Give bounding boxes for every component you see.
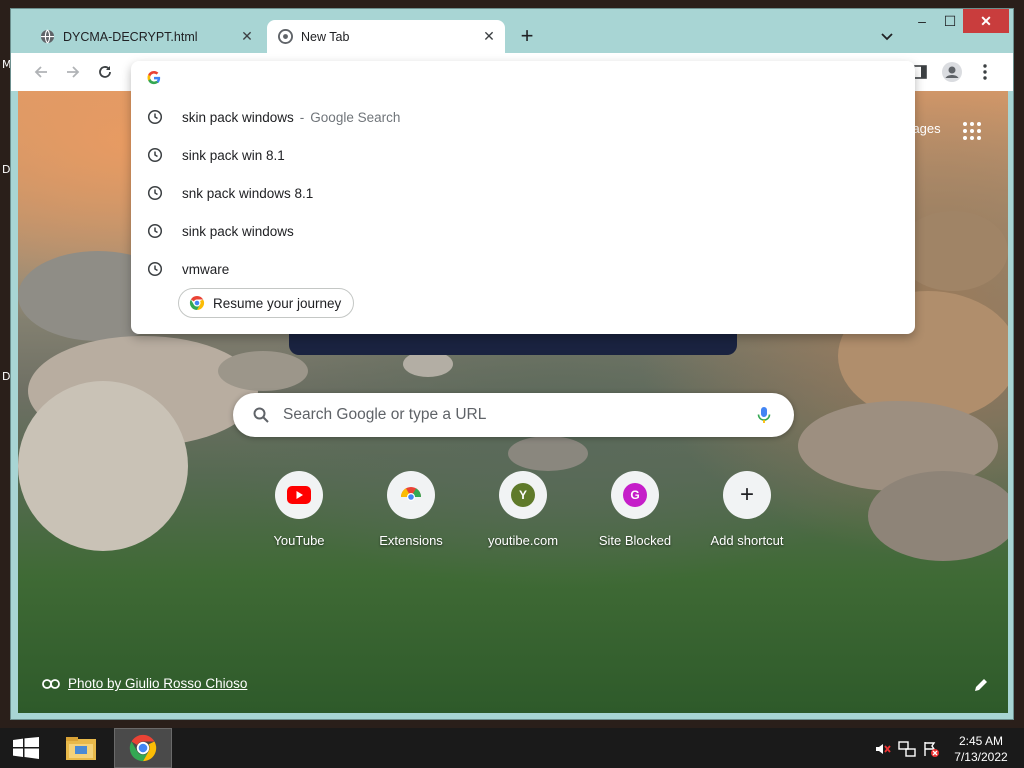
- history-clock-icon: [147, 185, 163, 201]
- ntp-search-box[interactable]: [233, 393, 794, 437]
- browser-window: DYCMA-DECRYPT.html ✕ New Tab ✕ + – ☐ ✕ I…: [10, 8, 1014, 720]
- search-icon: [251, 405, 271, 425]
- new-tab-button[interactable]: +: [515, 25, 539, 49]
- background-rock: [868, 471, 1008, 561]
- shortcut-extensions[interactable]: Extensions: [355, 471, 467, 548]
- background-rock: [508, 436, 588, 471]
- tab-close-icon[interactable]: ✕: [479, 27, 499, 47]
- tab-title: DYCMA-DECRYPT.html: [63, 29, 198, 44]
- shortcut-label: Site Blocked: [598, 533, 672, 548]
- chrome-taskbar-icon[interactable]: [114, 728, 172, 768]
- suggestion-text: skin pack windows: [182, 109, 294, 125]
- globe-icon: [39, 29, 55, 45]
- omnibox-input[interactable]: [175, 67, 875, 91]
- minimize-button[interactable]: –: [909, 9, 935, 33]
- photo-credit-link[interactable]: Photo by Giulio Rosso Chioso: [42, 676, 247, 691]
- suggestion-text: sink pack windows: [182, 223, 294, 239]
- volume-muted-icon[interactable]: [874, 740, 892, 758]
- ntp-search-input[interactable]: [283, 406, 754, 424]
- omnibox-suggestion[interactable]: skin pack windows - Google Search: [131, 98, 915, 136]
- photo-credit-text: Photo by Giulio Rosso Chioso: [68, 676, 248, 691]
- tab-new-tab[interactable]: New Tab ✕: [267, 20, 505, 53]
- menu-kebab-icon[interactable]: [973, 60, 997, 84]
- profile-avatar-icon[interactable]: [940, 60, 964, 84]
- shortcut-add[interactable]: + Add shortcut: [691, 471, 803, 548]
- google-g-icon: [147, 71, 163, 87]
- link-icon: [42, 678, 60, 689]
- omnibox-suggestion[interactable]: snk pack windows 8.1: [131, 174, 915, 212]
- history-clock-icon: [147, 109, 163, 125]
- shortcut-label: YouTube: [273, 533, 325, 548]
- letter-badge-icon: G: [611, 471, 659, 519]
- suggestion-text: snk pack windows 8.1: [182, 185, 314, 201]
- chrome-web-store-icon: [387, 471, 435, 519]
- taskbar: 2:45 AM 7/13/2022: [0, 728, 1024, 768]
- omnibox-suggestion[interactable]: sink pack win 8.1: [131, 136, 915, 174]
- shortcut-youtibe[interactable]: Y youtibe.com: [467, 471, 579, 548]
- plus-icon: +: [723, 471, 771, 519]
- letter-badge-icon: Y: [499, 471, 547, 519]
- suggestion-text: sink pack win 8.1: [182, 147, 285, 163]
- close-window-button[interactable]: ✕: [963, 9, 1009, 33]
- forward-arrow-icon[interactable]: [61, 60, 85, 84]
- taskbar-time[interactable]: 2:45 AM: [950, 734, 1012, 748]
- pencil-icon[interactable]: [973, 677, 991, 695]
- tab-dycma-decrypt[interactable]: DYCMA-DECRYPT.html ✕: [29, 20, 263, 53]
- omnibox-suggestion[interactable]: sink pack windows: [131, 212, 915, 250]
- suggestion-suffix: Google Search: [310, 109, 401, 125]
- windows-start-icon[interactable]: [6, 734, 46, 762]
- history-clock-icon: [147, 261, 163, 277]
- back-arrow-icon[interactable]: [29, 60, 53, 84]
- background-rock: [18, 381, 188, 551]
- network-icon[interactable]: [898, 740, 916, 758]
- suggestion-text: vmware: [182, 261, 230, 277]
- chrome-icon: [277, 29, 293, 45]
- resume-journey-chip[interactable]: Resume your journey: [178, 288, 355, 318]
- omnibox-suggestion[interactable]: vmware: [131, 250, 915, 288]
- history-clock-icon: [147, 147, 163, 163]
- history-clock-icon: [147, 223, 163, 239]
- chrome-logo-icon: [189, 295, 205, 311]
- tab-strip: DYCMA-DECRYPT.html ✕ New Tab ✕ + – ☐ ✕: [11, 9, 1013, 53]
- tab-search-chevron-icon[interactable]: [875, 25, 899, 49]
- tab-close-icon[interactable]: ✕: [237, 27, 257, 47]
- shortcut-site-blocked[interactable]: G Site Blocked: [579, 471, 691, 548]
- suggestion-separator: -: [299, 109, 305, 125]
- tab-title: New Tab: [301, 29, 350, 44]
- youtube-icon: [275, 471, 323, 519]
- shortcut-youtube[interactable]: YouTube: [243, 471, 355, 548]
- action-center-flag-icon[interactable]: [922, 740, 940, 758]
- background-rock: [218, 351, 308, 391]
- microphone-icon[interactable]: [754, 405, 774, 425]
- letter-badge: Y: [511, 483, 535, 507]
- omnibox-dropdown: skin pack windows - Google Search sink p…: [131, 61, 915, 334]
- letter-badge: G: [623, 483, 647, 507]
- apps-grid-icon[interactable]: [962, 121, 982, 141]
- file-explorer-icon[interactable]: [52, 728, 110, 768]
- taskbar-date[interactable]: 7/13/2022: [950, 750, 1012, 764]
- journey-chip-label: Resume your journey: [213, 295, 342, 311]
- reload-icon[interactable]: [93, 60, 117, 84]
- maximize-button[interactable]: ☐: [937, 9, 963, 33]
- shortcut-label: Add shortcut: [710, 533, 784, 548]
- shortcut-label: Extensions: [379, 533, 443, 548]
- shortcut-label: youtibe.com: [487, 533, 559, 548]
